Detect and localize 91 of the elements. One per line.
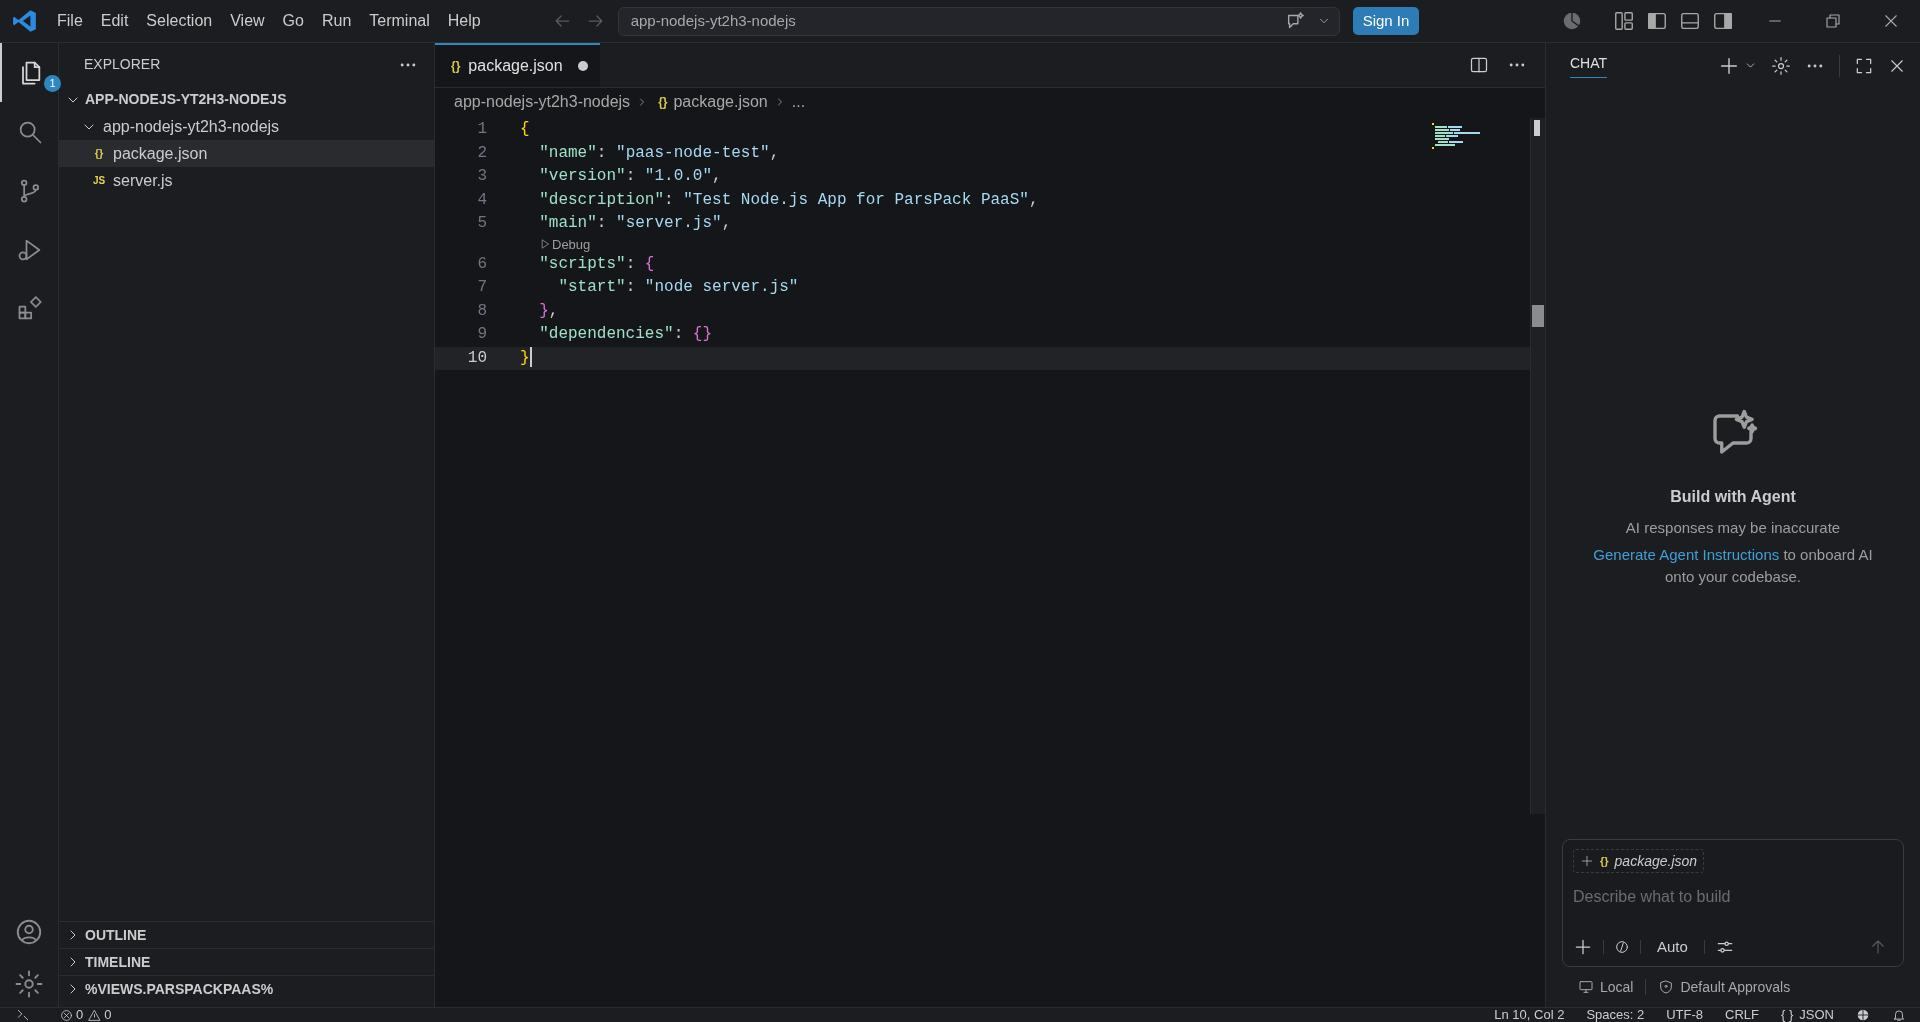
panel-section-header[interactable]: TIMELINE (59, 948, 434, 975)
scroll-marker (1534, 120, 1540, 136)
menu-item[interactable]: Go (273, 6, 313, 36)
onboarding-text: Generate Agent Instructions to onboard AI onto your codebase. (1592, 544, 1874, 587)
layout-icon[interactable] (1613, 10, 1635, 32)
menu-item[interactable]: Edit (91, 6, 138, 36)
menu-item[interactable]: File (48, 6, 92, 36)
problems-button[interactable]: 0 0 (60, 1008, 112, 1022)
panel-section-header[interactable]: %VIEWS.PARSPACKPAAS% (59, 975, 434, 1002)
file-type-icon: JS (91, 173, 107, 188)
file-type-icon: {} (658, 92, 668, 111)
disclaimer-text: AI responses may be inaccurate (1625, 518, 1841, 538)
mode-dropdown[interactable]: Auto (1651, 935, 1694, 958)
sign-in-button[interactable]: Sign In (1352, 7, 1420, 35)
context-chip[interactable]: {} package.json (1573, 849, 1705, 873)
status-item[interactable]: UTF-8 (1666, 1008, 1704, 1022)
notifications-icon[interactable] (1892, 1008, 1906, 1022)
line-number: 3 (476, 166, 487, 187)
remote-icon[interactable] (16, 1008, 30, 1022)
cursor-marker (1532, 305, 1544, 327)
command-center[interactable]: app-nodejs-yt2h3-nodejs (617, 6, 1340, 36)
warning-icon (88, 1008, 102, 1022)
panel-section-header[interactable]: OUTLINE (59, 921, 434, 948)
line-number: 7 (476, 277, 487, 298)
file-type-icon: {} (451, 57, 461, 75)
codelens-link[interactable]: Debug (552, 236, 591, 252)
chat-input-box[interactable]: {} package.json Describe what to build Auto (1562, 839, 1904, 967)
breadcrumb-item[interactable]: package.json (673, 89, 768, 114)
menu-item[interactable]: Terminal (360, 6, 439, 36)
editor-logo-icon (12, 8, 38, 34)
menu-item[interactable]: View (221, 6, 274, 36)
line-number: 4 (476, 189, 487, 211)
generate-instructions-link[interactable]: Generate Agent Instructions (1593, 545, 1780, 563)
settings-icon[interactable] (14, 969, 44, 999)
settings-icon[interactable] (1771, 55, 1791, 76)
code-line: "dependencies": {} (538, 324, 714, 345)
approvals-button[interactable]: Default Approvals (1658, 976, 1791, 998)
secondary-sidebar-icon[interactable] (1712, 10, 1734, 32)
chat-input-field[interactable]: Describe what to build (1573, 885, 1893, 909)
code-line: "scripts": { (538, 253, 656, 275)
code-line: "main": "server.js", (538, 213, 733, 234)
account-icon[interactable] (14, 917, 44, 947)
line-number: 9 (476, 324, 487, 345)
pie-icon[interactable] (1561, 10, 1583, 32)
tree-item[interactable]: JS server.js (59, 167, 434, 194)
status-item[interactable]: CRLF (1725, 1008, 1760, 1022)
line-number: 6 (476, 253, 487, 275)
status-item[interactable]: Spaces: 2 (1586, 1008, 1645, 1022)
tree-item[interactable]: {} package.json (59, 140, 434, 167)
code-line: } (520, 346, 533, 370)
text-cursor (529, 347, 532, 368)
breadcrumb-item[interactable]: app-nodejs-yt2h3-nodejs (454, 89, 631, 114)
line-number: 8 (476, 300, 487, 322)
plus-icon (1580, 854, 1594, 868)
code-line: "name": "paas-node-test", (538, 142, 781, 164)
tree-item[interactable]: app-nodejs-yt2h3-nodejs (59, 113, 434, 140)
close-icon[interactable] (1882, 12, 1900, 30)
empty-state-title: Build with Agent (1670, 487, 1796, 507)
line-number: 10 (466, 347, 487, 369)
file-type-icon: {} (91, 145, 107, 162)
tree-section-header[interactable]: APP-NODEJS-YT2H3-NODEJS (59, 86, 434, 113)
panel-title: EXPLORER (84, 55, 161, 74)
line-number: 1 (476, 119, 487, 140)
code-line: "version": "1.0.0", (538, 166, 723, 187)
language-mode[interactable]: { } JSON (1781, 1008, 1834, 1022)
code-line: "description": "Test Node.js App for ParsPack PaaS", (538, 189, 1040, 211)
status-item[interactable]: Ln 10, Col 2 (1494, 1008, 1565, 1022)
location-button[interactable]: Local (1578, 976, 1634, 998)
shield-icon (1658, 979, 1675, 995)
monitor-icon (1578, 979, 1594, 995)
split-editor-icon[interactable] (1469, 55, 1489, 75)
panel-icon[interactable] (1679, 10, 1701, 32)
editor-tab[interactable]: {} package.json (435, 43, 600, 87)
line-number: 5 (476, 213, 487, 234)
code-line: }, (538, 300, 560, 322)
line-number: 2 (476, 142, 487, 164)
minimap-drawing[interactable] (1432, 123, 1480, 149)
code-line: { (520, 119, 531, 140)
file-type-icon: {} (1600, 852, 1609, 870)
chat-tab[interactable]: CHAT (1570, 53, 1608, 78)
primary-sidebar-icon[interactable] (1646, 10, 1668, 32)
menu-item[interactable]: Help (438, 6, 490, 36)
menu-item[interactable]: Selection (137, 6, 222, 36)
scrollbar-track[interactable] (1530, 118, 1545, 814)
code-line: "start": "node server.js" (557, 277, 800, 298)
run-icon[interactable] (539, 238, 551, 250)
restore-icon[interactable] (1824, 12, 1842, 30)
error-icon (60, 1008, 73, 1022)
notification-badge: 1 (44, 75, 61, 92)
breadcrumb-item[interactable]: ... (791, 89, 806, 114)
menu-item[interactable]: Run (312, 6, 361, 36)
